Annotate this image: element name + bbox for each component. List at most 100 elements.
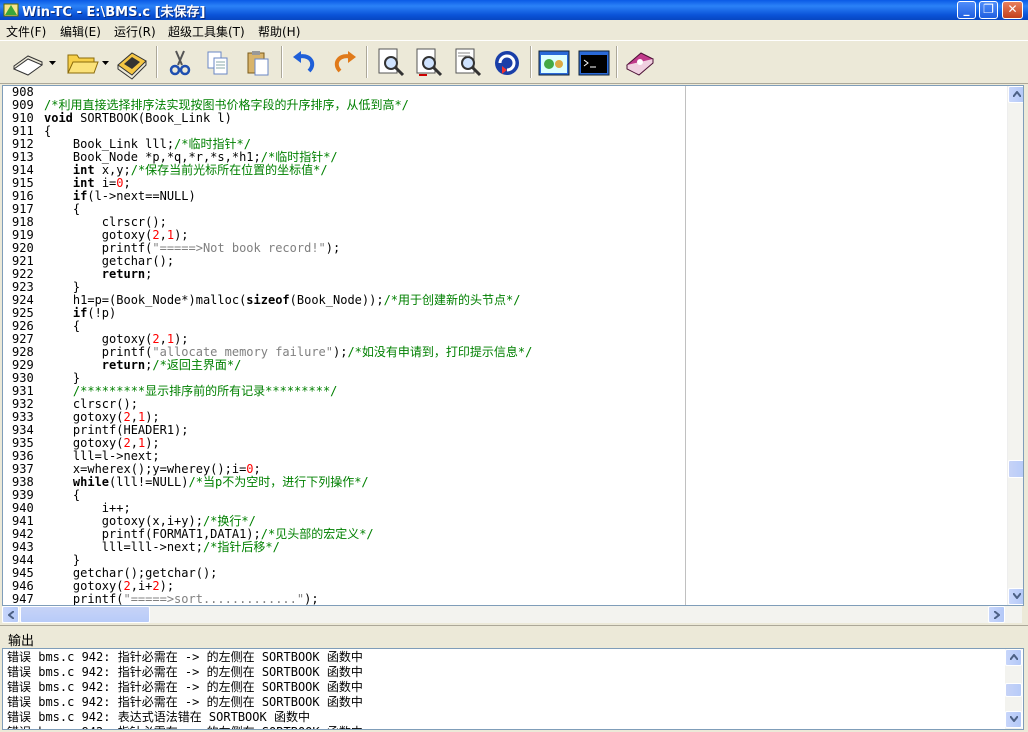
code-text[interactable]: h1=p=(Book_Node*)malloc(sizeof(Book_Node… <box>44 293 521 307</box>
scroll-down-button[interactable] <box>1008 588 1023 605</box>
code-text[interactable]: if(l->next==NULL) <box>44 189 196 203</box>
editor-horizontal-scrollbar[interactable] <box>2 606 1022 623</box>
code-line[interactable]: 910 void SORTBOOK(Book_Link l) <box>12 112 532 125</box>
chevron-down-icon[interactable] <box>102 61 109 66</box>
scroll-down-button[interactable] <box>1005 711 1022 728</box>
code-text[interactable]: /*利用直接选择排序法实现按图书价格字段的升序排序，从低到高*/ <box>44 98 409 112</box>
code-text[interactable]: printf("allocate memory failure");/*如没有申… <box>44 345 533 359</box>
code-content[interactable]: 908 909/*利用直接选择排序法实现按图书价格字段的升序排序，从低到高*/91… <box>12 86 533 606</box>
code-text[interactable]: i++; <box>44 501 131 515</box>
code-text[interactable]: gotoxy(2,1); <box>44 410 160 424</box>
code-text[interactable]: gotoxy(2,1); <box>44 332 189 346</box>
code-text[interactable]: } <box>44 371 80 385</box>
console-icon[interactable] <box>576 45 612 81</box>
find-icon[interactable] <box>373 45 409 81</box>
output-vertical-scrollbar[interactable] <box>1005 649 1022 729</box>
code-line[interactable]: 947 printf("=====>sort............."); <box>12 593 532 606</box>
output-lines[interactable]: 错误 bms.c 942: 指针必需在 -> 的左侧在 SORTBOOK 函数中… <box>7 650 363 729</box>
menu-run[interactable]: 运行(R) <box>114 23 156 40</box>
output-panel[interactable]: 错误 bms.c 942: 指针必需在 -> 的左侧在 SORTBOOK 函数中… <box>2 648 1024 730</box>
code-text[interactable]: { <box>44 124 51 138</box>
code-text[interactable]: Book_Node *p,*q,*r,*s,*h1;/*临时指针*/ <box>44 150 338 164</box>
code-text[interactable]: gotoxy(2,1); <box>44 436 160 450</box>
code-text[interactable]: return; <box>44 267 153 281</box>
output-title: 输出 <box>8 634 35 649</box>
code-text[interactable]: clrscr(); <box>44 397 138 411</box>
code-text[interactable]: if(!p) <box>44 306 116 320</box>
find-next-icon[interactable] <box>411 45 447 81</box>
scroll-thumb[interactable] <box>1008 460 1023 478</box>
scroll-thumb[interactable] <box>20 606 150 623</box>
code-line[interactable]: 916 if(l->next==NULL) <box>12 190 532 203</box>
output-line[interactable]: 错误 bms.c 942: 指针必需在 -> 的左侧在 SORTBOOK 函数中 <box>7 650 363 665</box>
redo-icon[interactable] <box>326 45 362 81</box>
code-editor[interactable]: 908 909/*利用直接选择排序法实现按图书价格字段的升序排序，从低到高*/91… <box>2 85 1024 606</box>
compile-icon[interactable] <box>536 45 572 81</box>
menu-edit[interactable]: 编辑(E) <box>60 23 101 40</box>
output-line[interactable]: 错误 bms.c 942: 指针必需在 -> 的左侧在 SORTBOOK 函数中 <box>7 695 363 710</box>
code-text[interactable]: { <box>44 202 80 216</box>
chevron-right-icon <box>994 611 1000 619</box>
refresh-icon[interactable] <box>489 45 525 81</box>
code-text[interactable]: lll=lll->next;/*指针后移*/ <box>44 540 280 554</box>
new-file-icon[interactable] <box>10 45 46 81</box>
toolbar <box>0 40 1028 84</box>
code-text[interactable]: while(lll!=NULL)/*当p不为空时，进行下列操作*/ <box>44 475 369 489</box>
scroll-right-button[interactable] <box>988 606 1005 623</box>
replace-icon[interactable] <box>450 45 486 81</box>
code-text[interactable]: return;/*返回主界面*/ <box>44 358 242 372</box>
code-text[interactable]: x=wherex();y=wherey();i=0; <box>44 462 261 476</box>
menu-tools[interactable]: 超级工具集(T) <box>168 23 245 40</box>
code-text[interactable]: { <box>44 319 80 333</box>
output-line[interactable]: 错误 bms.c 942: 指针必需在 -> 的左侧在 SORTBOOK 函数中 <box>7 665 363 680</box>
maximize-button[interactable]: ❐ <box>979 1 998 19</box>
code-text[interactable]: } <box>44 553 80 567</box>
code-text[interactable]: lll=l->next; <box>44 449 160 463</box>
chevron-down-icon[interactable] <box>49 61 56 66</box>
scroll-thumb[interactable] <box>1005 683 1022 697</box>
code-text[interactable]: printf("=====>sort............."); <box>44 592 319 606</box>
chevron-up-icon <box>1013 91 1021 97</box>
code-text[interactable]: gotoxy(x,i+y);/*换行*/ <box>44 514 256 528</box>
code-text[interactable]: void SORTBOOK(Book_Link l) <box>44 111 232 125</box>
scroll-left-button[interactable] <box>2 606 19 623</box>
code-line[interactable]: 925 if(!p) <box>12 307 532 320</box>
code-text[interactable]: /*********显示排序前的所有记录*********/ <box>44 384 338 398</box>
code-text[interactable]: printf(FORMAT1,DATA1);/*见头部的宏定义*/ <box>44 527 374 541</box>
undo-icon[interactable] <box>287 45 323 81</box>
code-text[interactable]: int x,y;/*保存当前光标所在位置的坐标值*/ <box>44 163 328 177</box>
code-text[interactable]: getchar();getchar(); <box>44 566 218 580</box>
editor-vertical-scrollbar[interactable] <box>1007 86 1023 605</box>
title-bar[interactable]: Win-TC - E:\BMS.c [未保存] _ ❐ ✕ <box>0 0 1028 20</box>
output-line[interactable]: 错误 bms.c 942: 指针必需在 -> 的左侧在 SORTBOOK 函数中 <box>7 680 363 695</box>
code-text[interactable]: } <box>44 280 80 294</box>
code-text[interactable]: printf("=====>Not book record!"); <box>44 241 340 255</box>
menu-file[interactable]: 文件(F) <box>6 23 46 40</box>
scroll-up-button[interactable] <box>1008 86 1023 103</box>
open-folder-icon[interactable] <box>64 45 100 81</box>
code-line[interactable]: 943 lll=lll->next;/*指针后移*/ <box>12 541 532 554</box>
menu-help[interactable]: 帮助(H) <box>258 23 300 40</box>
chevron-down-icon <box>1013 593 1021 599</box>
code-line[interactable]: 929 return;/*返回主界面*/ <box>12 359 532 372</box>
code-text[interactable]: printf(HEADER1); <box>44 423 189 437</box>
code-text[interactable]: { <box>44 488 80 502</box>
copy-icon[interactable] <box>200 45 236 81</box>
output-line[interactable]: 错误 bms.c 942: 表达式语法错在 SORTBOOK 函数中 <box>7 710 363 725</box>
close-button[interactable]: ✕ <box>1002 1 1023 19</box>
code-line[interactable]: 938 while(lll!=NULL)/*当p不为空时，进行下列操作*/ <box>12 476 532 489</box>
paste-icon[interactable] <box>240 45 276 81</box>
save-icon[interactable] <box>114 45 150 81</box>
code-text[interactable]: gotoxy(2,1); <box>44 228 189 242</box>
minimize-button[interactable]: _ <box>957 1 976 19</box>
code-line[interactable]: 922 return; <box>12 268 532 281</box>
code-text[interactable]: int i=0; <box>44 176 131 190</box>
help-book-icon[interactable] <box>622 45 658 81</box>
scroll-up-button[interactable] <box>1005 649 1022 666</box>
code-text[interactable]: Book_Link lll;/*临时指针*/ <box>44 137 251 151</box>
cut-icon[interactable] <box>162 45 198 81</box>
code-text[interactable]: gotoxy(2,i+2); <box>44 579 174 593</box>
output-line[interactable]: 错误 bms.c 942: 指针必需在 -> 的左侧在 SORTBOOK 函数中 <box>7 725 363 729</box>
code-text[interactable]: getchar(); <box>44 254 174 268</box>
code-text[interactable]: clrscr(); <box>44 215 167 229</box>
